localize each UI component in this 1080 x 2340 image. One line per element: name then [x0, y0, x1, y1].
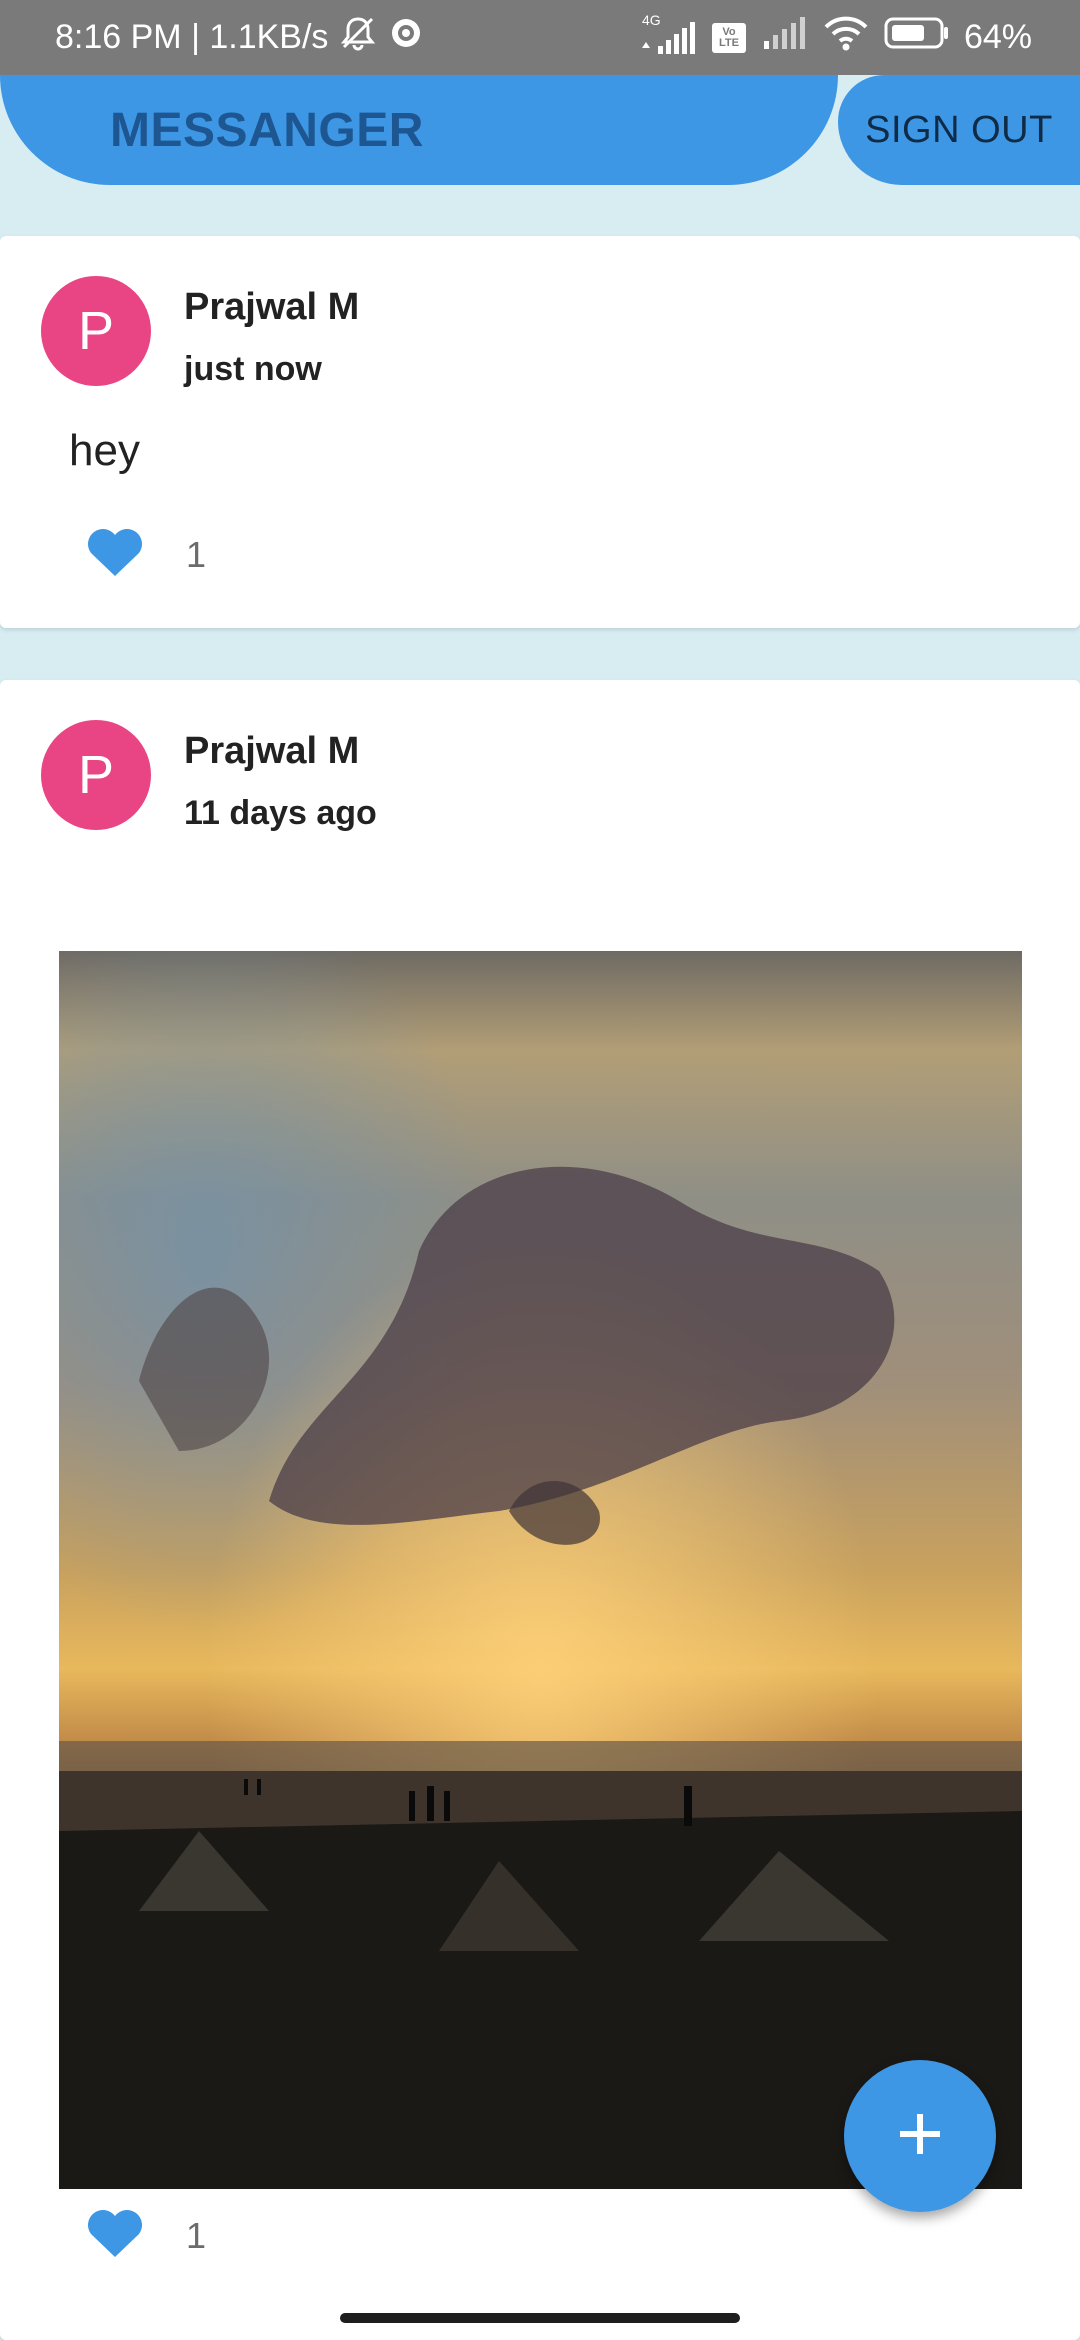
like-row: 1 [86, 526, 206, 583]
signal-4g-icon: 4G [636, 12, 698, 58]
mute-bell-icon [338, 13, 378, 62]
volte-tag: Vo LTE [718, 25, 739, 49]
plus-icon [896, 2110, 944, 2163]
post-card: P Prajwal M just now hey 1 [0, 236, 1080, 628]
wifi-icon [822, 13, 870, 62]
status-time-speed: 8:16 PM | 1.1KB/s [55, 18, 329, 56]
sign-out-button[interactable]: SIGN OUT [838, 75, 1080, 185]
post-text: hey [69, 426, 140, 475]
status-left: 8:16 PM | 1.1KB/s [55, 0, 424, 75]
signal-icon [760, 15, 808, 60]
post-time: 11 days ago [184, 794, 377, 832]
avatar[interactable]: P [41, 276, 151, 386]
heart-icon[interactable] [86, 526, 144, 583]
post-image[interactable] [59, 951, 1022, 2189]
battery-percent: 64% [963, 18, 1032, 56]
like-count: 1 [186, 2214, 207, 2256]
post-author: Prajwal M [184, 730, 360, 772]
avatar[interactable]: P [41, 720, 151, 830]
app-title: MESSANGER [110, 103, 424, 157]
like-count: 1 [186, 533, 207, 575]
home-indicator[interactable] [340, 2313, 740, 2323]
battery-icon [884, 15, 950, 60]
status-right: 4G Vo LTE 64% [636, 0, 1032, 75]
volte-icon: Vo LTE [711, 22, 746, 53]
heart-icon[interactable] [86, 2207, 144, 2264]
like-row: 1 [86, 2207, 206, 2264]
status-bar: 8:16 PM | 1.1KB/s 4G Vo LTE 64% [0, 0, 1080, 75]
post-time: just now [184, 350, 322, 388]
settings-gear-icon [388, 15, 424, 60]
post-author: Prajwal M [184, 286, 360, 328]
add-post-button[interactable] [844, 2060, 996, 2212]
